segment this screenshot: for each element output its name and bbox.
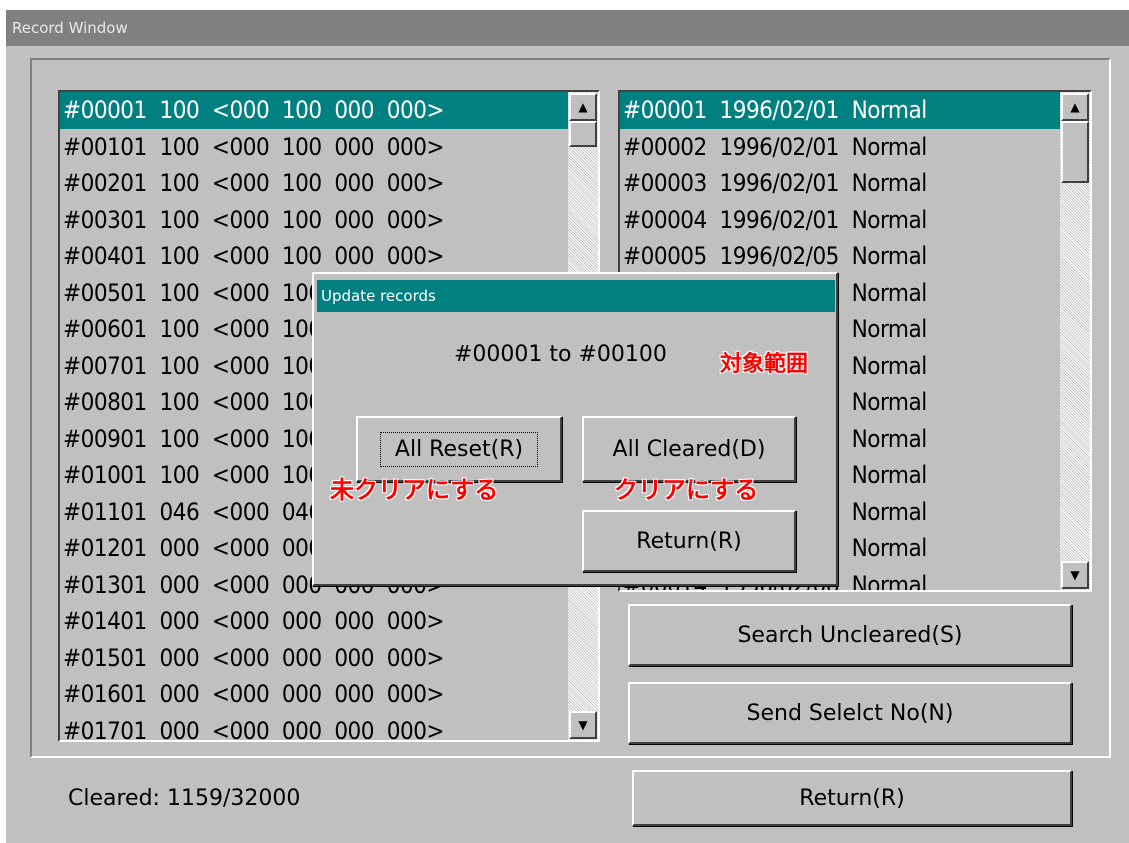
all-reset-label: All Reset(R) [379,431,539,467]
list-item[interactable]: #00001 100 <000 100 000 000> [60,92,568,129]
list-item[interactable]: #00003 1996/02/01 Normal [620,165,1060,202]
cleared-status: Cleared: 1159/32000 [68,786,301,811]
dialog-return-button[interactable]: Return(R) [582,510,796,572]
list-item[interactable]: #00002 1996/02/01 Normal [620,129,1060,166]
list-item[interactable]: #00001 1996/02/01 Normal [620,92,1060,129]
return-label: Return(R) [799,785,905,811]
all-cleared-annotation: クリアにする [614,476,759,504]
send-select-no-button[interactable]: Send Selelct No(N) [628,682,1072,744]
list-item[interactable]: #01601 000 <000 000 000 000> [60,676,568,713]
list-item[interactable]: #00004 1996/02/01 Normal [620,202,1060,239]
all-reset-annotation: 未クリアにする [330,476,499,504]
scroll-down-button[interactable]: ▼ [569,711,597,739]
list-item[interactable]: #00101 100 <000 100 000 000> [60,129,568,166]
scroll-up-button[interactable]: ▲ [1061,93,1089,121]
list-item[interactable]: #00005 1996/02/05 Normal [620,238,1060,275]
dialog-return-label: Return(R) [636,528,742,554]
list-item[interactable]: #01701 000 <000 000 000 000> [60,713,568,741]
scroll-thumb[interactable] [569,121,597,147]
list-item[interactable]: #01401 000 <000 000 000 000> [60,603,568,640]
scroll-up-arrow-icon: ▲ [578,100,588,114]
scroll-thumb[interactable] [1061,121,1089,183]
search-uncleared-label: Search Uncleared(S) [737,622,963,648]
right-list-scrollbar[interactable]: ▲ ▼ [1060,92,1090,590]
scroll-down-arrow-icon: ▼ [1070,568,1080,582]
record-range: #00001 to #00100 [454,342,667,367]
scroll-down-button[interactable]: ▼ [1061,561,1089,589]
scroll-up-button[interactable]: ▲ [569,93,597,121]
search-uncleared-button[interactable]: Search Uncleared(S) [628,604,1072,666]
list-item[interactable]: #00401 100 <000 100 000 000> [60,238,568,275]
send-select-no-label: Send Selelct No(N) [746,700,954,726]
list-item[interactable]: #00301 100 <000 100 000 000> [60,202,568,239]
scroll-up-arrow-icon: ▲ [1070,100,1080,114]
list-item[interactable]: #00201 100 <000 100 000 000> [60,165,568,202]
return-button[interactable]: Return(R) [632,770,1072,826]
update-records-dialog: Update records #00001 to #00100 対象範囲 All… [312,272,838,586]
scroll-down-arrow-icon: ▼ [578,718,588,732]
list-item[interactable]: #01501 000 <000 000 000 000> [60,640,568,677]
range-annotation: 対象範囲 [720,352,809,377]
all-cleared-label: All Cleared(D) [612,436,766,462]
dialog-title: Update records [317,280,835,312]
window-title: Record Window [6,10,1129,46]
